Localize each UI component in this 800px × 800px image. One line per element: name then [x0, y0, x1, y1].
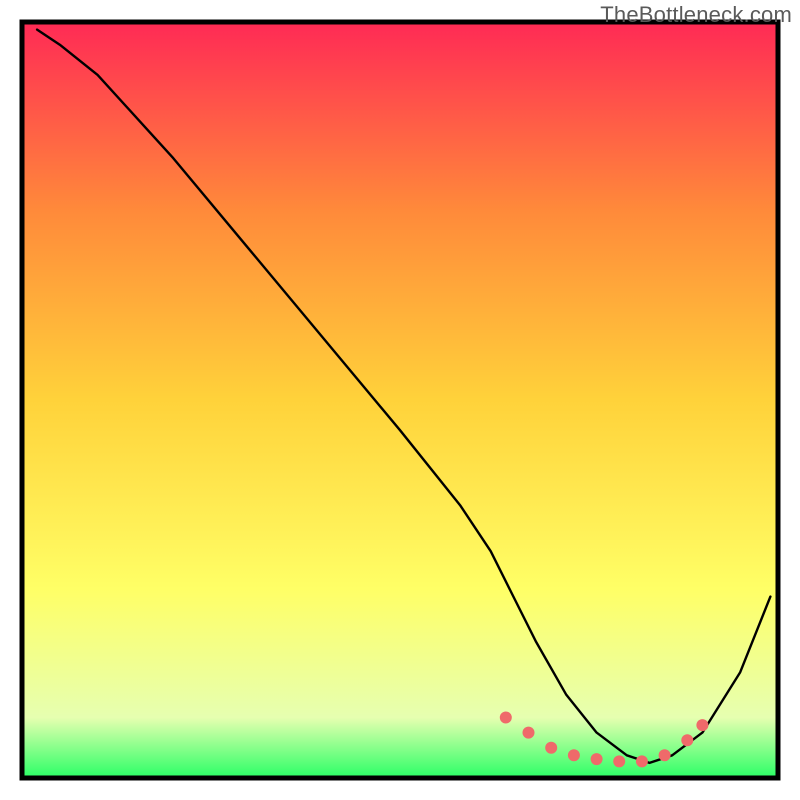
marker-dot [500, 712, 512, 724]
marker-dot [523, 727, 535, 739]
marker-dot [591, 753, 603, 765]
watermark-text: TheBottleneck.com [600, 2, 792, 28]
marker-dot [681, 734, 693, 746]
chart-svg [0, 0, 800, 800]
gradient-background [22, 22, 778, 778]
marker-dot [696, 719, 708, 731]
marker-dot [613, 755, 625, 767]
marker-dot [659, 749, 671, 761]
chart-stage: TheBottleneck.com [0, 0, 800, 800]
marker-dot [545, 742, 557, 754]
marker-dot [568, 749, 580, 761]
marker-dot [636, 755, 648, 767]
plot-area [22, 22, 778, 778]
